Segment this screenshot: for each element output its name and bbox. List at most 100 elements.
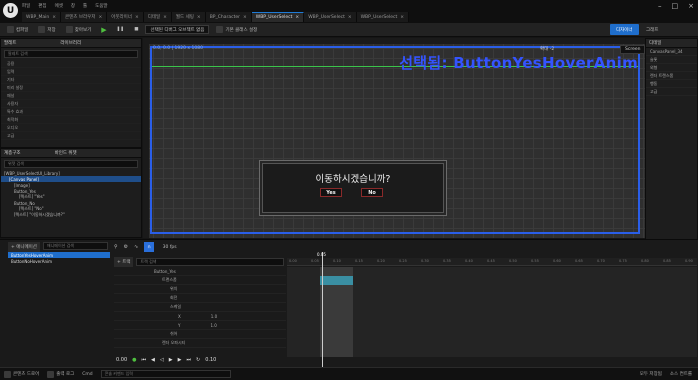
menu-asset[interactable]: 에셋	[55, 3, 63, 9]
close-icon[interactable]: ×	[197, 15, 201, 20]
menu-edit[interactable]: 편집	[38, 3, 46, 9]
track-row[interactable]: 위치	[114, 285, 286, 294]
yes-button[interactable]: Yes	[320, 188, 342, 197]
content-drawer-button[interactable]: 콘텐츠 드로어	[4, 370, 39, 378]
close-window-icon[interactable]: ×	[688, 2, 694, 10]
play-reverse-icon[interactable]: ◁	[160, 357, 164, 363]
tab-2[interactable]: 아웃라이너 ×	[107, 12, 144, 22]
tab-3[interactable]: 디테일 ×	[143, 12, 172, 22]
palette-category[interactable]: 입력	[1, 68, 141, 76]
animation-item[interactable]: ButtonNoHoverAnim	[8, 258, 110, 264]
details-section[interactable]: 행동	[646, 80, 697, 88]
maximize-icon[interactable]: □	[672, 2, 679, 10]
details-section[interactable]: 렌더 트랜스폼	[646, 72, 697, 80]
palette-category[interactable]: 사용자	[1, 100, 141, 108]
tab-1[interactable]: 콘텐츠 브라우저 ×	[61, 12, 108, 22]
close-icon[interactable]: ×	[348, 15, 352, 20]
track-row[interactable]: 회전	[114, 294, 286, 303]
skip-end-icon[interactable]: ⏭	[186, 357, 191, 363]
track-row[interactable]: 스케일	[114, 303, 286, 312]
output-log-button[interactable]: 출력 로그	[47, 370, 74, 378]
track-row[interactable]: Button_Yes	[114, 267, 286, 276]
library-tab[interactable]: 라이브러리	[60, 40, 81, 46]
palette-category[interactable]: 오디오	[1, 124, 141, 132]
compile-button[interactable]: 컴파일	[4, 25, 31, 35]
loop-icon[interactable]: ↻	[196, 357, 200, 363]
palette-category[interactable]: 패널	[1, 92, 141, 100]
palette-search-input[interactable]: 팔레트 검색	[4, 50, 138, 58]
tab-0[interactable]: WBP_Main ×	[22, 12, 62, 22]
debug-object-dropdown[interactable]: 선택된 디버그 오브젝트 없음	[145, 25, 210, 34]
bind-widgets-tab[interactable]: 바인드 위젯	[55, 150, 77, 156]
palette-category[interactable]: 특수 효과	[1, 108, 141, 116]
play-icon[interactable]: ▶	[169, 357, 173, 363]
palette-tab[interactable]: 팔레트	[4, 40, 16, 46]
source-control-button[interactable]: 소스 컨트롤	[670, 371, 692, 377]
menu-file[interactable]: 파일	[22, 3, 30, 9]
step-back-icon[interactable]: ◀	[151, 357, 155, 363]
record-icon[interactable]: ●	[132, 357, 136, 363]
tab-7[interactable]: WBP_UserSelect ×	[304, 12, 357, 22]
fps-dropdown[interactable]: 30 fps	[160, 242, 180, 252]
hierarchy-tab[interactable]: 계층구조	[4, 150, 21, 156]
palette-category[interactable]: 미리 설정	[1, 84, 141, 92]
palette-category[interactable]: 고급	[1, 132, 141, 140]
close-icon[interactable]: ×	[400, 15, 404, 20]
tab-5[interactable]: BP_Character ×	[205, 12, 252, 22]
hierarchy-search-input[interactable]: 위젯 검색	[4, 160, 138, 168]
save-button[interactable]: 저장	[35, 25, 58, 35]
browse-button[interactable]: 찾아보기	[63, 25, 95, 35]
snap-icon[interactable]: ⚙	[124, 244, 128, 250]
animation-search-input[interactable]: 애니메이션 검색	[42, 242, 108, 250]
time-ruler[interactable]: 0.00 0.05 0.10 0.15 0.20 0.25 0.30 0.35 …	[287, 258, 697, 266]
track-row[interactable]: X 1.0	[114, 312, 286, 321]
unreal-logo-icon[interactable]: U	[3, 3, 18, 18]
curve-icon[interactable]: ∿	[134, 244, 138, 250]
pause-button[interactable]: ❚❚	[114, 25, 128, 35]
tree-node[interactable]: [텍스트] "이동하시겠습니까?"	[1, 212, 141, 218]
close-icon[interactable]: ×	[163, 15, 167, 20]
palette-category[interactable]: 공용	[1, 60, 141, 68]
graph-mode-button[interactable]: 그래프	[643, 25, 661, 35]
minimize-icon[interactable]: –	[658, 2, 662, 10]
transform-keyframe-bar[interactable]	[320, 276, 353, 285]
save-status[interactable]: 모두 저장됨	[640, 371, 662, 377]
add-track-button[interactable]: + 트랙	[114, 257, 134, 267]
close-icon[interactable]: ×	[98, 15, 102, 20]
track-row[interactable]: 렌더 오파시티	[114, 339, 286, 348]
no-button[interactable]: No	[361, 188, 383, 197]
palette-category[interactable]: 기타	[1, 76, 141, 84]
close-icon[interactable]: ×	[52, 15, 56, 20]
auto-key-icon[interactable]: ∩	[144, 242, 154, 252]
menu-window[interactable]: 창	[71, 3, 75, 9]
cmd-dropdown[interactable]: Cmd	[82, 372, 92, 377]
skip-start-icon[interactable]: ⏮	[142, 357, 147, 363]
tab-4[interactable]: 월드 세팅 ×	[171, 12, 206, 22]
track-search-input[interactable]: 트랙 검색	[136, 258, 284, 266]
details-section[interactable]: 외형	[646, 64, 697, 72]
step-forward-icon[interactable]: ▶	[178, 357, 182, 363]
console-input[interactable]: 콘솔 커맨드 입력	[100, 370, 231, 378]
widget-name-field[interactable]: CanvasPanel_34	[646, 48, 697, 56]
menu-help[interactable]: 도움말	[95, 3, 107, 9]
tab-6-active[interactable]: WBP_UserSelect ×	[251, 12, 305, 22]
details-section[interactable]: 슬롯	[646, 56, 697, 64]
designer-mode-button[interactable]: 디자이너	[610, 24, 639, 35]
details-section[interactable]: 고급	[646, 88, 697, 96]
close-icon[interactable]: ×	[243, 15, 247, 20]
close-icon[interactable]: ×	[295, 15, 299, 20]
play-button[interactable]: ▶	[98, 25, 109, 35]
close-icon[interactable]: ×	[135, 15, 139, 20]
menu-tools[interactable]: 툴	[83, 3, 87, 9]
track-row[interactable]: Y 1.0	[114, 321, 286, 330]
key-icon[interactable]: ⚲	[114, 244, 118, 250]
parent-class-button[interactable]: 기본 클래스 설정	[213, 25, 260, 35]
track-row[interactable]: 트랜스폼	[114, 276, 286, 285]
stop-button[interactable]: ■	[131, 25, 141, 35]
add-animation-button[interactable]: + 애니메이션	[8, 242, 40, 252]
dialog-widget[interactable]: 이동하시겠습니까? Yes No	[262, 163, 444, 213]
tab-8[interactable]: WBP_UserSelect ×	[356, 12, 410, 22]
playhead[interactable]	[322, 252, 323, 367]
track-row[interactable]: 쉬어	[114, 330, 286, 339]
palette-category[interactable]: 최적화	[1, 116, 141, 124]
